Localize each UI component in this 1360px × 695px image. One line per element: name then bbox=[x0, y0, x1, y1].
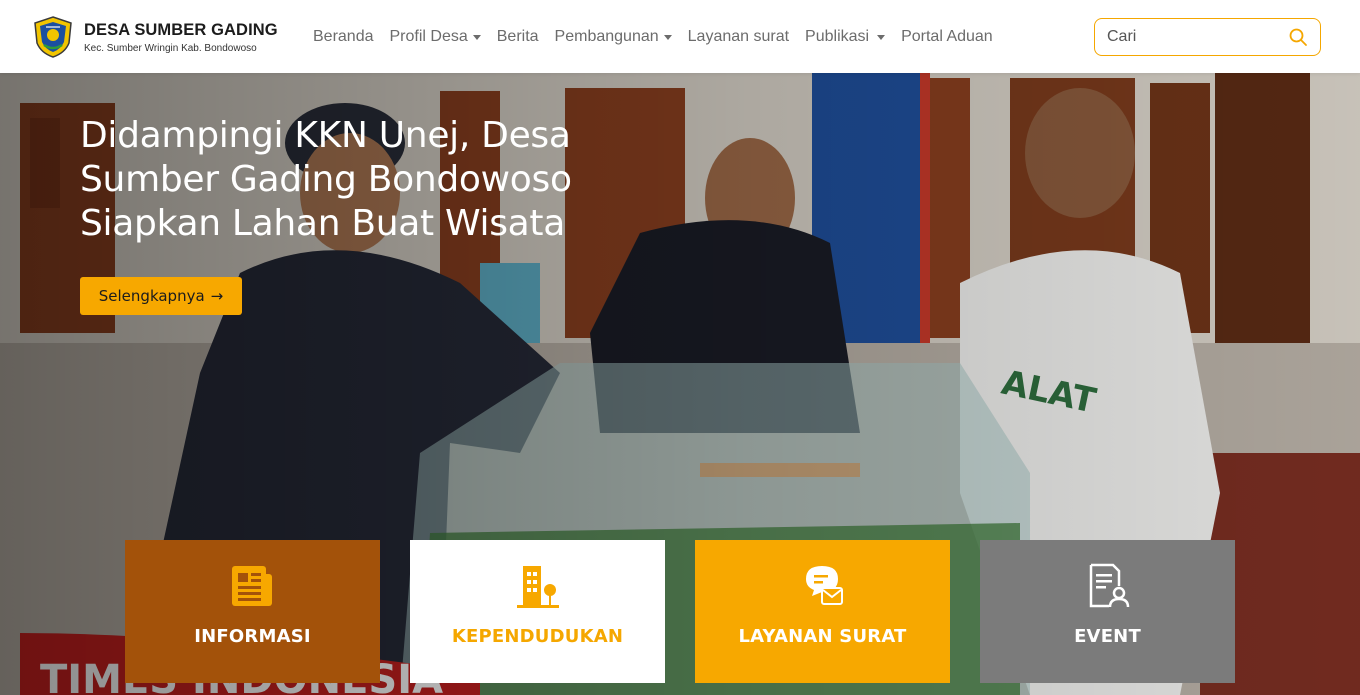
arrow-right-icon: → bbox=[210, 287, 224, 305]
card-kependudukan[interactable]: KEPENDUDUKAN bbox=[410, 540, 665, 683]
search-box bbox=[1094, 18, 1321, 56]
document-user-icon bbox=[1089, 563, 1129, 608]
read-more-button[interactable]: Selengkapnya → bbox=[80, 277, 242, 315]
card-label: EVENT bbox=[1074, 626, 1141, 647]
nav-item-layanan-surat[interactable]: Layanan surat bbox=[688, 28, 789, 46]
nav-item-profil-desa[interactable]: Profil Desa bbox=[390, 28, 481, 46]
nav-item-label: Portal Aduan bbox=[901, 27, 993, 45]
navbar: DESA SUMBER GADING Kec. Sumber Wringin K… bbox=[0, 0, 1360, 73]
nav-item-label: Profil Desa bbox=[389, 27, 468, 45]
caret-down-icon bbox=[472, 34, 481, 40]
nav-item-portal-aduan[interactable]: Portal Aduan bbox=[901, 28, 993, 46]
nav-item-pembangunan[interactable]: Pembangunan bbox=[555, 28, 672, 46]
nav-item-label: Beranda bbox=[313, 27, 374, 45]
nav-item-label: Publikasi bbox=[805, 27, 870, 45]
nav-item-berita[interactable]: Berita bbox=[497, 28, 539, 46]
brand-title: DESA SUMBER GADING bbox=[84, 20, 278, 39]
card-label: KEPENDUDUKAN bbox=[451, 626, 624, 647]
caret-down-icon bbox=[877, 34, 886, 40]
brand[interactable]: DESA SUMBER GADING Kec. Sumber Wringin K… bbox=[32, 15, 302, 59]
building-tree-icon bbox=[516, 566, 559, 608]
nav-item-label: Pembangunan bbox=[554, 27, 659, 45]
caret-down-icon bbox=[663, 34, 672, 40]
card-layanan-surat[interactable]: LAYANAN SURAT bbox=[695, 540, 950, 683]
main-menu: Beranda Profil Desa Berita Pembangunan L… bbox=[313, 28, 1009, 46]
card-label: INFORMASI bbox=[194, 626, 311, 647]
card-informasi[interactable]: INFORMASI bbox=[125, 540, 380, 683]
village-emblem-logo bbox=[34, 15, 72, 58]
chat-mail-icon bbox=[805, 566, 843, 605]
nav-item-label: Layanan surat bbox=[687, 27, 790, 45]
card-label: LAYANAN SURAT bbox=[738, 626, 907, 647]
nav-item-beranda[interactable]: Beranda bbox=[313, 28, 374, 46]
nav-item-label: Berita bbox=[496, 27, 539, 45]
read-more-label: Selengkapnya bbox=[98, 287, 205, 305]
nav-item-publikasi[interactable]: Publikasi bbox=[805, 27, 886, 46]
search-icon[interactable] bbox=[1288, 27, 1308, 47]
newspaper-icon bbox=[231, 566, 272, 606]
brand-subtitle: Kec. Sumber Wringin Kab. Bondowoso bbox=[84, 42, 257, 54]
search-input[interactable] bbox=[1107, 28, 1277, 46]
hero-headline: Didampingi KKN Unej, Desa Sumber Gading … bbox=[80, 115, 572, 244]
card-event[interactable]: EVENT bbox=[980, 540, 1235, 683]
